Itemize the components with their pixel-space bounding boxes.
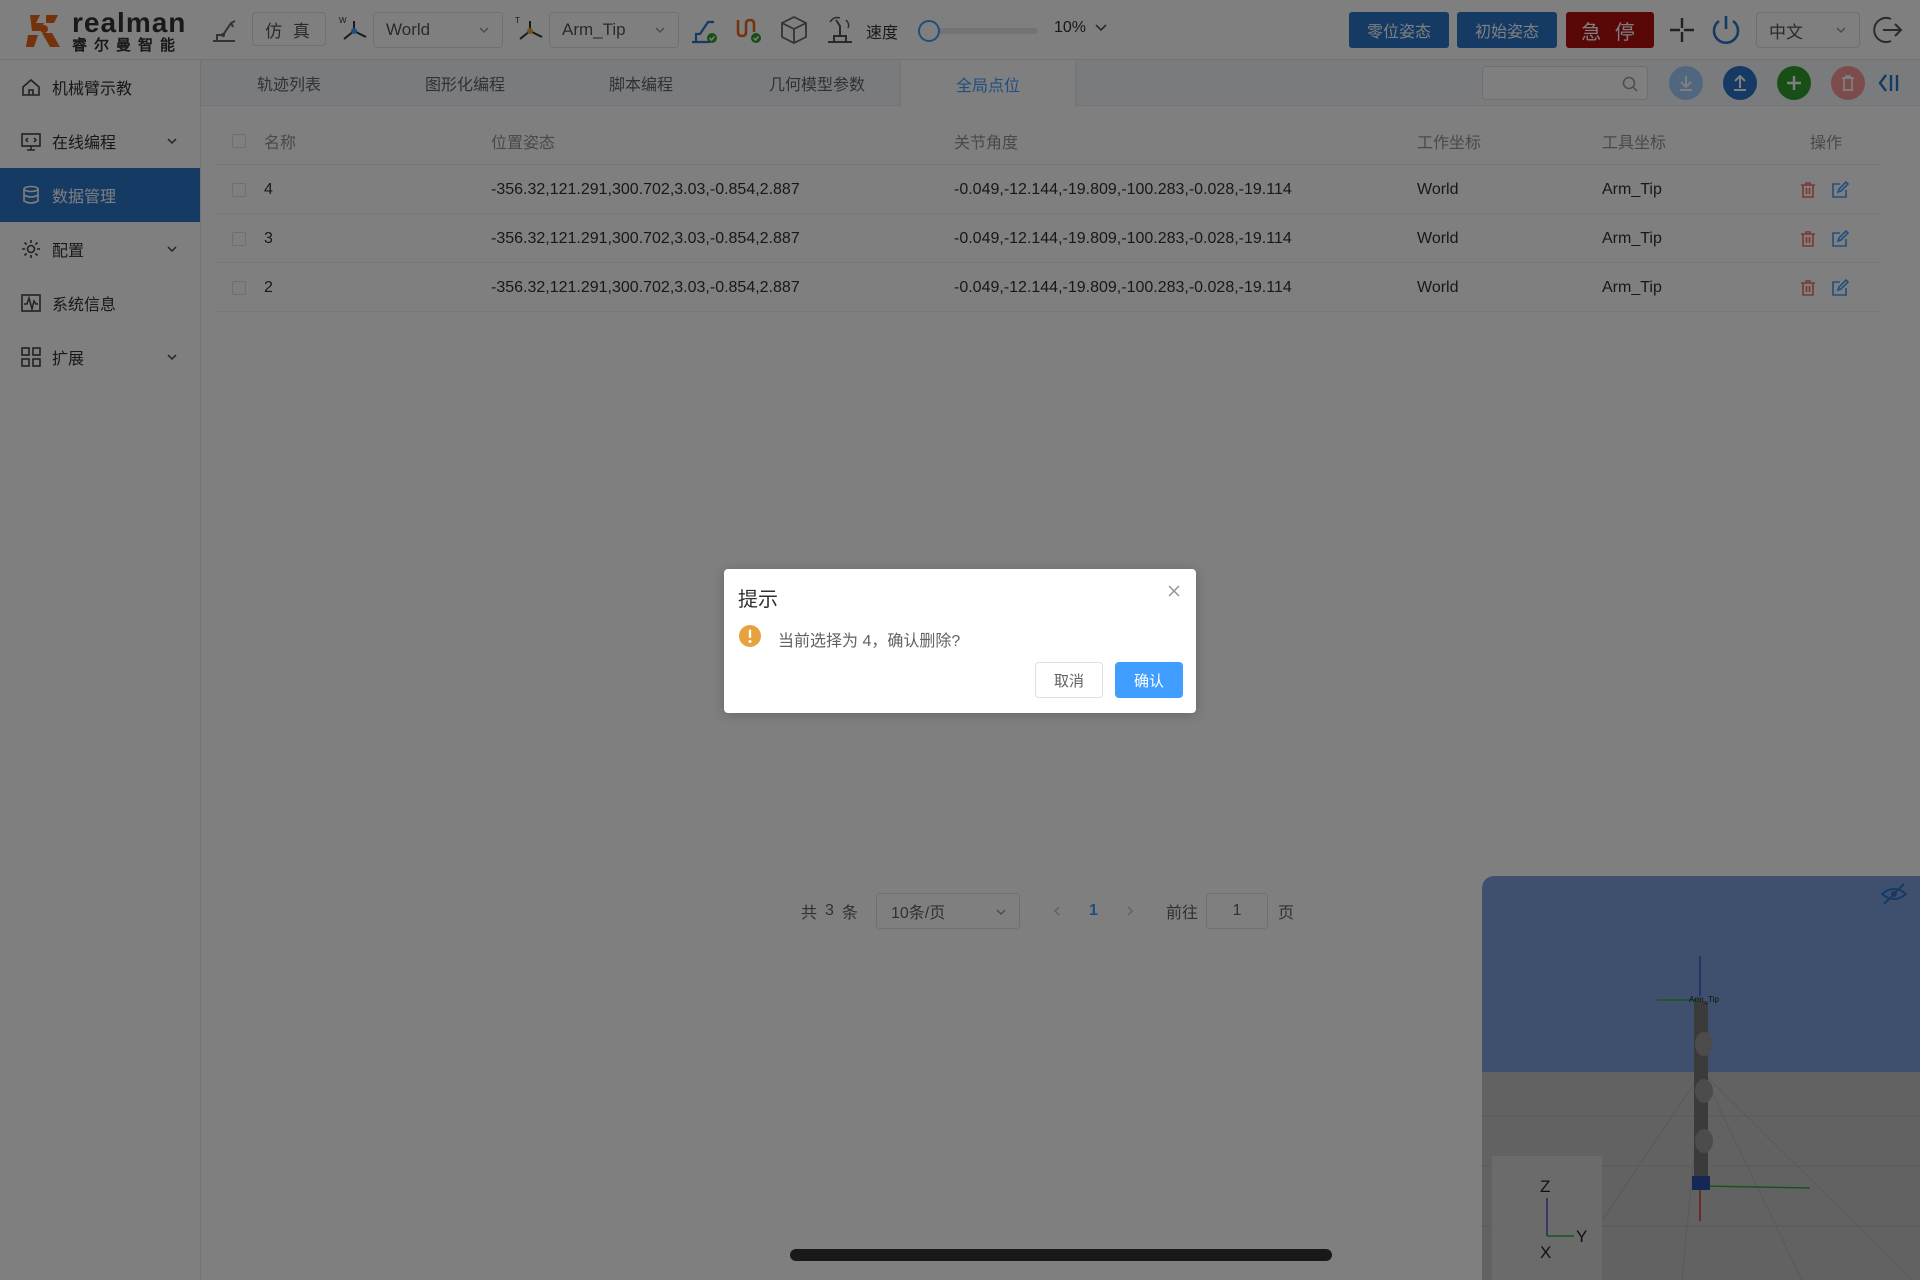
confirm-delete-dialog: 提示 当前选择为 4，确认删除? 取消 确认 (724, 569, 1196, 713)
dialog-message: 当前选择为 4，确认删除? (778, 633, 961, 650)
dialog-title: 提示 (738, 589, 778, 611)
warning-icon (739, 625, 761, 647)
close-icon[interactable] (1166, 583, 1182, 599)
cancel-button[interactable]: 取消 (1035, 662, 1103, 698)
confirm-button[interactable]: 确认 (1115, 662, 1183, 698)
